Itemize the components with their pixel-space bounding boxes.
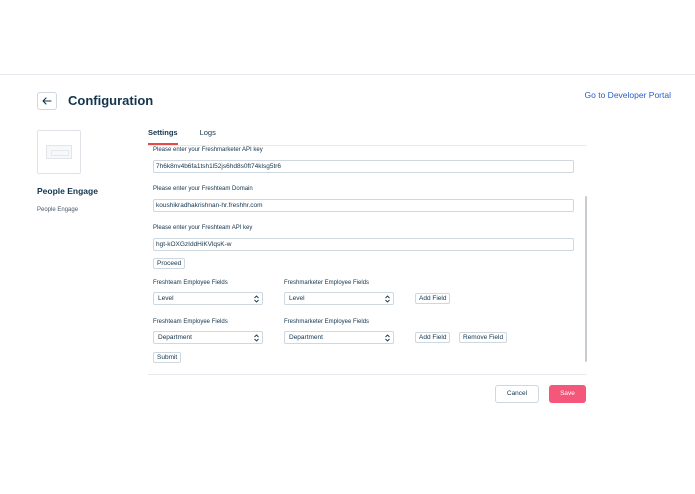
tab-settings[interactable]: Settings — [148, 128, 178, 145]
freshmarketer-key-label: Please enter your Freshmarketer API key — [153, 147, 263, 153]
freshteam-domain-label: Please enter your Freshteam Domain — [153, 186, 253, 192]
tab-logs[interactable]: Logs — [200, 128, 216, 145]
app-card — [37, 130, 81, 174]
add-field-button[interactable]: Add Field — [415, 293, 451, 304]
save-button[interactable]: Save — [549, 385, 586, 403]
app-subtitle: People Engage — [37, 207, 79, 213]
remove-field-button[interactable]: Remove Field — [459, 332, 508, 343]
freshteam-field-label: Freshteam Employee Fields — [153, 319, 228, 325]
header-divider — [0, 74, 695, 75]
select-caret-icon — [385, 334, 390, 342]
panel-scrollbar[interactable] — [585, 196, 587, 362]
freshteam-field-label: Freshteam Employee Fields — [153, 280, 228, 286]
freshmarketer-field-select[interactable]: Department — [284, 331, 394, 344]
select-caret-icon — [385, 295, 390, 303]
tab-bar: Settings Logs — [148, 128, 216, 145]
cancel-button[interactable]: Cancel — [495, 385, 539, 403]
freshteam-key-input[interactable]: hgt-kOXGzIddHiKVlqsK-w — [153, 238, 574, 251]
page-title: Configuration — [68, 93, 154, 108]
app-name: People Engage — [37, 186, 98, 196]
freshmarketer-field-label: Freshmarketer Employee Fields — [284, 319, 370, 325]
freshmarketer-field-value: Department — [289, 334, 323, 341]
arrow-left-icon — [42, 97, 52, 105]
settings-panel: Please enter your Freshmarketer API key … — [148, 146, 586, 374]
freshteam-field-value: Department — [158, 334, 192, 341]
panel-divider — [148, 374, 586, 375]
back-button[interactable] — [37, 92, 57, 110]
freshmarketer-field-value: Level — [289, 295, 305, 302]
freshteam-field-value: Level — [158, 295, 174, 302]
app-placeholder-icon — [46, 145, 72, 159]
proceed-button[interactable]: Proceed — [153, 258, 186, 269]
developer-portal-link[interactable]: Go to Developer Portal — [585, 90, 671, 100]
freshteam-field-select[interactable]: Department — [153, 331, 263, 344]
freshteam-key-label: Please enter your Freshteam API key — [153, 225, 253, 231]
freshmarketer-field-label: Freshmarketer Employee Fields — [284, 280, 370, 286]
freshmarketer-field-select[interactable]: Level — [284, 292, 394, 305]
add-field-button[interactable]: Add Field — [415, 332, 451, 343]
freshteam-field-select[interactable]: Level — [153, 292, 263, 305]
freshmarketer-key-input[interactable]: 7h6k8nv4b6fa1tsh1l52js6hd8s0ft74klsg5tr6 — [153, 160, 574, 173]
select-caret-icon — [254, 295, 259, 303]
select-caret-icon — [254, 334, 259, 342]
freshteam-domain-input[interactable]: koushikradhakrishnan-hr.freshhr.com — [153, 199, 574, 212]
submit-button[interactable]: Submit — [153, 352, 182, 363]
